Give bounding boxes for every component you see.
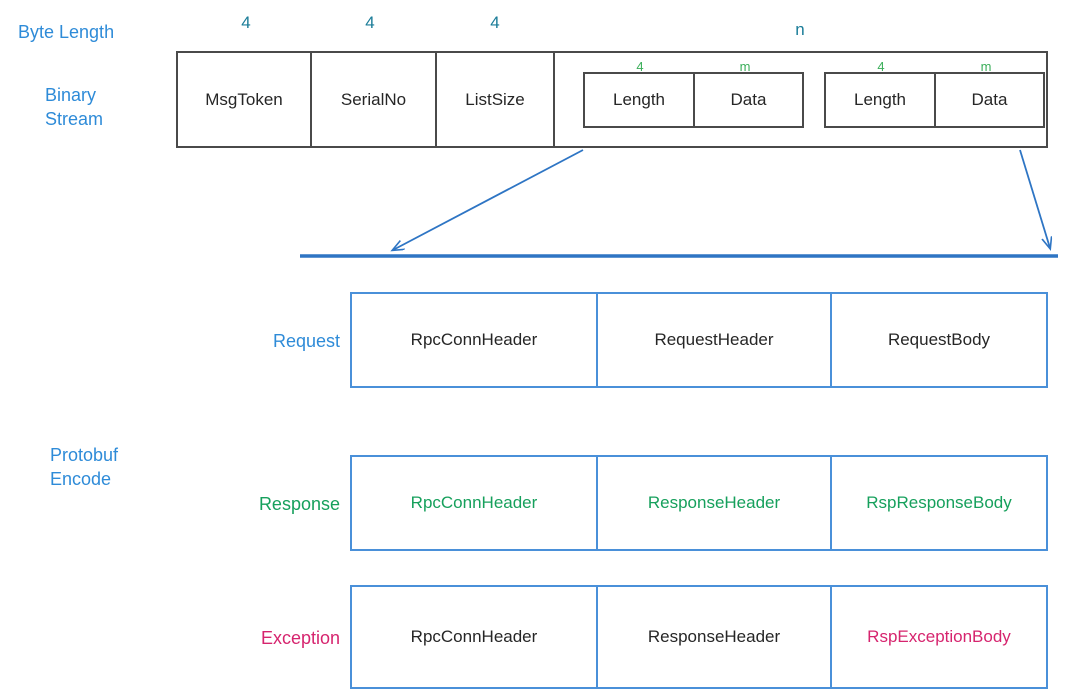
pair1-length-size: 4 <box>636 59 644 74</box>
protobuf-cell-responseheader: ResponseHeader <box>598 457 832 549</box>
protobuf-cell-label: RspExceptionBody <box>867 627 1011 646</box>
protobuf-cell-label: RpcConnHeader <box>410 493 538 512</box>
protobuf-row-label-request: Request <box>272 331 340 351</box>
byte-length-msgtoken: 4 <box>241 13 251 32</box>
protobuf-cell-label: RpcConnHeader <box>410 330 538 349</box>
protobuf-box-response: RpcConnHeader ResponseHeader RspResponse… <box>350 455 1048 551</box>
protobuf-row-label-exception: Exception <box>260 628 340 648</box>
protobuf-cell-label: RequestBody <box>887 330 991 349</box>
arrow-right-pair-to-detail <box>1019 149 1050 248</box>
stream-cell-label: ListSize <box>465 89 525 109</box>
protobuf-box-exception: RpcConnHeader ResponseHeader RspExceptio… <box>350 585 1048 689</box>
pair-cell-label: Length <box>854 89 906 109</box>
protobuf-cell-rspresponsebody: RspResponseBody <box>832 457 1046 549</box>
protobuf-cell-rpcconnheader: RpcConnHeader <box>352 457 598 549</box>
stream-cell-label: MsgToken <box>205 89 283 109</box>
pair1-data-size: m <box>739 59 751 74</box>
protobuf-box-request: RpcConnHeader RequestHeader RequestBody <box>350 292 1048 388</box>
protobuf-row-label-response: Response <box>258 494 340 514</box>
pair-cell-label: Data <box>971 89 1008 109</box>
byte-length-listsize: 4 <box>490 13 500 32</box>
protobuf-cell-label: ResponseHeader <box>647 627 781 646</box>
pair-cell-data: Data <box>936 74 1043 126</box>
protobuf-cell-requestbody: RequestBody <box>832 294 1046 386</box>
byte-length-list-region: n <box>795 20 805 39</box>
pair-cell-length: Length <box>826 73 936 126</box>
protobuf-cell-rpcconnheader: RpcConnHeader <box>352 294 598 386</box>
stream-cell-listsize: ListSize <box>437 53 555 146</box>
protobuf-cell-label: RequestHeader <box>654 330 774 349</box>
binary-stream-label: Binary Stream <box>45 85 104 129</box>
stream-cell-label: SerialNo <box>340 89 407 109</box>
protobuf-cell-label: RpcConnHeader <box>410 627 538 646</box>
protobuf-encode-label: Protobuf Encode <box>50 445 119 489</box>
stream-cell-serialno: SerialNo <box>312 53 437 146</box>
diagram-canvas: Byte Length Binary Stream Protobuf Encod… <box>0 0 1081 699</box>
arrow-left-pair-to-detail <box>393 149 584 250</box>
protobuf-cell-requestheader: RequestHeader <box>598 294 832 386</box>
pair-cell-data: Data <box>695 74 802 126</box>
byte-length-serialno: 4 <box>365 13 375 32</box>
pair-cell-label: Length <box>613 89 665 109</box>
protobuf-cell-label: ResponseHeader <box>647 493 781 512</box>
pair-cell-label: Data <box>730 89 767 109</box>
length-data-pair-1: Length Data <box>583 71 804 128</box>
stream-cell-msgtoken: MsgToken <box>178 53 312 146</box>
pair2-data-size: m <box>980 59 992 74</box>
protobuf-cell-rpcconnheader: RpcConnHeader <box>352 587 598 687</box>
pair2-length-size: 4 <box>877 59 885 74</box>
pair-cell-length: Length <box>585 73 695 126</box>
length-data-pair-2: Length Data <box>824 71 1045 128</box>
protobuf-cell-rspexceptionbody: RspExceptionBody <box>832 587 1046 687</box>
protobuf-cell-responseheader: ResponseHeader <box>598 587 832 687</box>
protobuf-cell-label: RspResponseBody <box>866 493 1012 512</box>
byte-length-label: Byte Length <box>18 22 115 42</box>
